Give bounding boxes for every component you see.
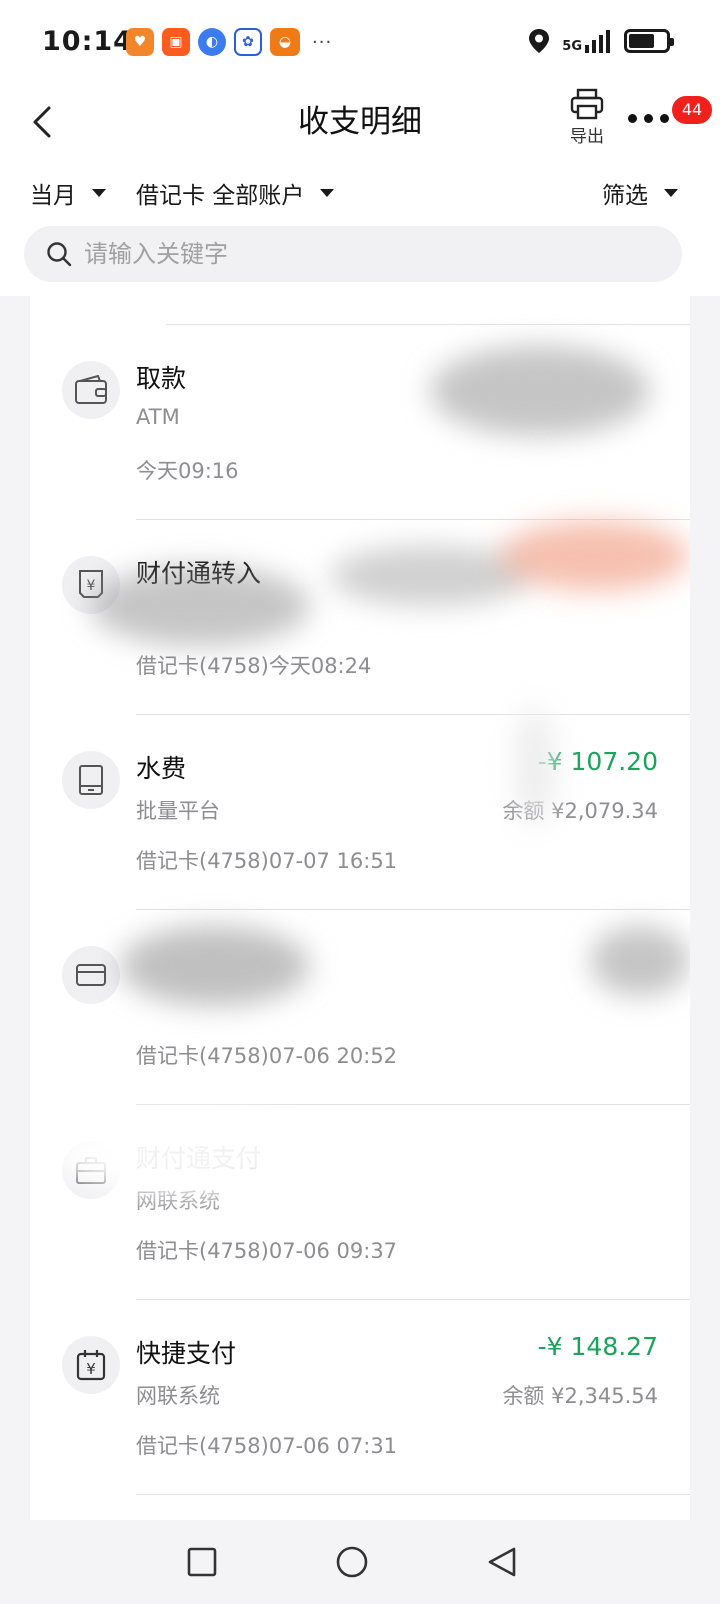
svg-text:¥: ¥ [87, 578, 96, 594]
kuaishou-icon: ▣ [162, 28, 190, 56]
screen: 10:14 ♥ ▣ ◐ ✿ ◒ ··· 5G 收支明细 导出 44 当月 借记卡… [0, 0, 720, 1604]
tablet-icon [62, 751, 120, 809]
transaction-meta: 借记卡(4758)07-06 20:52 [136, 1044, 398, 1068]
recent-apps-button[interactable] [182, 1542, 222, 1582]
wallet-icon [62, 361, 120, 419]
circle-icon [336, 1546, 368, 1578]
export-button[interactable]: 导出 [563, 88, 611, 152]
transaction-meta: 借记卡(4758)今天08:24 [136, 654, 372, 678]
status-time: 10:14 [42, 26, 133, 57]
transaction-meta: 借记卡(4758)07-06 09:37 [136, 1239, 398, 1263]
transaction-amount: -¥ 148.27 [537, 1332, 658, 1361]
signal-bars-icon [585, 30, 610, 53]
nav-bar: 收支明细 导出 44 [0, 88, 720, 158]
export-label: 导出 [570, 127, 604, 147]
transaction-balance: 余额 ¥2,345.54 [502, 1384, 658, 1408]
printer-icon [570, 88, 604, 120]
search-icon [47, 242, 72, 267]
transaction-channel: 网联系统 [136, 1384, 220, 1408]
account-label: 借记卡 全部账户 [136, 183, 305, 209]
period-filter[interactable]: 当月 [30, 176, 106, 210]
network-type: 5G [562, 39, 582, 54]
location-icon [529, 29, 550, 53]
filter-label: 筛选 [602, 183, 648, 209]
transaction-item[interactable]: ¥ 财付通转入 借记卡(4758)今天08:24 [30, 520, 690, 715]
caret-down-icon [664, 189, 678, 197]
status-bar: 10:14 ♥ ▣ ◐ ✿ ◒ ··· 5G [0, 0, 720, 88]
notification-badge: 44 [672, 96, 712, 124]
more-dot [660, 113, 669, 123]
transaction-title: 财付通支付 [136, 1144, 262, 1173]
more-notifications-icon: ··· [312, 31, 333, 53]
triangle-back-icon [488, 1547, 516, 1577]
browser-icon: ◐ [198, 28, 226, 56]
transaction-amount: -¥ 107.20 [537, 747, 658, 776]
search-section [0, 222, 720, 296]
transaction-channel: 网联系统 [136, 1189, 220, 1213]
calendar-yen-icon: ¥ [62, 1336, 120, 1394]
transaction-balance: 余额 ¥2,079.34 [502, 799, 658, 823]
transaction-meta: 借记卡(4758)07-06 07:31 [136, 1434, 398, 1458]
square-icon [187, 1547, 217, 1577]
signal-icon: 5G [562, 29, 612, 53]
transaction-meta: 借记卡(4758)07-07 16:51 [136, 849, 398, 873]
caret-down-icon [92, 189, 106, 197]
status-app-icons: ♥ ▣ ◐ ✿ ◒ ··· [126, 28, 332, 56]
receipt-icon: ¥ [62, 556, 120, 614]
baidu-icon: ✿ [234, 28, 262, 56]
transaction-channel: ATM [136, 405, 180, 429]
caret-down-icon [320, 189, 335, 197]
app-icon: ◒ [270, 28, 300, 56]
battery-icon [624, 29, 674, 53]
home-button[interactable] [332, 1542, 372, 1582]
filter-bar: 当月 借记卡 全部账户 筛选 [0, 158, 720, 222]
transaction-item[interactable]: 借记卡(4758)07-06 20:52 [30, 910, 690, 1105]
transaction-meta: 今天09:16 [136, 459, 239, 483]
transaction-title: 财付通转入 [136, 559, 262, 588]
pinduoduo-icon: ♥ [126, 28, 154, 56]
transaction-item[interactable]: 水费 -¥ 107.20 批量平台 余额 ¥2,079.34 借记卡(4758)… [30, 715, 690, 910]
transaction-title: 水费 [136, 754, 187, 783]
battery-level [629, 34, 655, 48]
system-back-button[interactable] [482, 1542, 522, 1582]
transaction-list: 取款 ATM 今天09:16 ¥ 财付通转入 借记卡(4758)今天08:24 … [30, 296, 690, 1520]
more-dot [628, 113, 637, 123]
system-nav-bar [0, 1524, 720, 1604]
card-icon [62, 946, 120, 1004]
transaction-title: 快捷支付 [136, 1339, 237, 1368]
briefcase-icon [62, 1141, 120, 1199]
filter-dropdown[interactable]: 筛选 [602, 176, 678, 210]
search-bar[interactable] [24, 226, 682, 282]
transaction-item[interactable]: 取款 ATM 今天09:16 [30, 325, 690, 520]
period-label: 当月 [30, 183, 76, 209]
account-filter[interactable]: 借记卡 全部账户 [136, 176, 335, 210]
svg-text:¥: ¥ [86, 1360, 96, 1378]
page-title: 收支明细 [298, 104, 422, 140]
more-button[interactable] [628, 106, 674, 130]
search-input[interactable] [84, 240, 644, 268]
more-dot [644, 113, 653, 123]
transaction-item[interactable]: 财付通支付 网联系统 借记卡(4758)07-06 09:37 [30, 1105, 690, 1300]
transaction-title: 取款 [136, 364, 187, 393]
transaction-item[interactable]: ¥ 快捷支付 -¥ 148.27 网联系统 余额 ¥2,345.54 借记卡(4… [30, 1300, 690, 1495]
row-divider [136, 1494, 690, 1495]
transaction-channel: 批量平台 [136, 799, 220, 823]
status-right: 5G [528, 28, 674, 54]
